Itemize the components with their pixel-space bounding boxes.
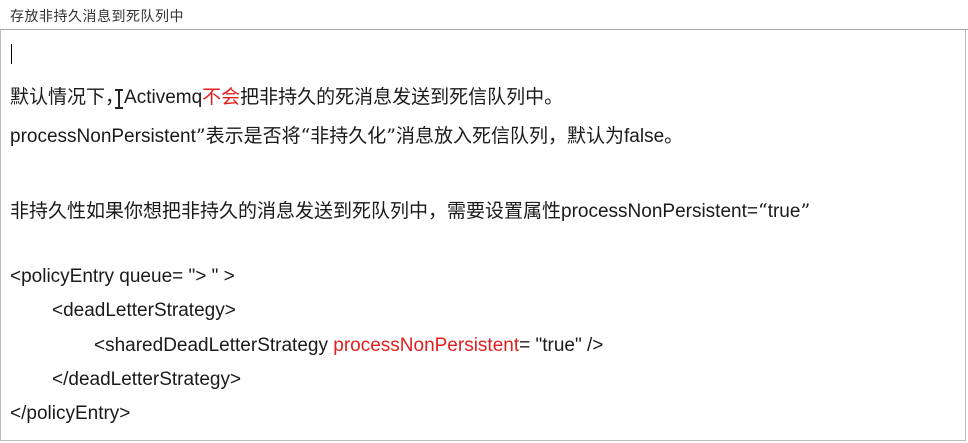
text-caret bbox=[11, 44, 12, 64]
code-line3-suffix: = "true" /> bbox=[519, 335, 604, 356]
code-line-shared-dead-letter-strategy[interactable]: <sharedDeadLetterStrategy processNonPers… bbox=[94, 335, 603, 357]
paragraph1-activemq: Activemq bbox=[124, 87, 203, 108]
ibeam-cursor-icon bbox=[115, 89, 123, 109]
paragraph-how-to-enable[interactable]: 非持久性如果你想把非持久的消息发送到死队列中，需要设置属性processNonP… bbox=[10, 196, 810, 223]
paragraph2-description: ”表示是否将“非持久化”消息放入死信队列，默认为 bbox=[195, 125, 625, 147]
paragraph1-part4: 把非持久的死消息发送到死信队列中。 bbox=[240, 86, 564, 108]
document-title-bar: 存放非持久消息到死队列中 bbox=[0, 0, 968, 30]
code-line-dead-letter-strategy-close[interactable]: </deadLetterStrategy> bbox=[52, 369, 241, 391]
paragraph3-value: true bbox=[767, 201, 801, 222]
document-title: 存放非持久消息到死队列中 bbox=[10, 9, 184, 25]
paragraph-process-non-persistent-desc[interactable]: processNonPersistent”表示是否将“非持久化”消息放入死信队列… bbox=[10, 121, 683, 148]
paragraph3-open-quote: “ bbox=[757, 200, 768, 222]
paragraph3-property: processNonPersistent= bbox=[561, 201, 758, 222]
paragraph2-property-name: processNonPersistent bbox=[10, 126, 196, 147]
paragraph2-period: 。 bbox=[664, 125, 684, 147]
code-line3-prefix: <sharedDeadLetterStrategy bbox=[94, 335, 334, 356]
paragraph1-not-highlight: 不会 bbox=[202, 86, 241, 108]
paragraph3-text: 非持久性如果你想把非持久的消息发送到死队列中，需要设置属性 bbox=[10, 200, 562, 222]
code-line3-highlight: processNonPersistent bbox=[333, 335, 520, 356]
code-line-dead-letter-strategy-open[interactable]: <deadLetterStrategy> bbox=[52, 300, 236, 322]
code-line-policy-entry-open[interactable]: <policyEntry queue= "> " > bbox=[10, 266, 235, 288]
paragraph-default-behavior[interactable]: 默认情况下，Activemq不会把非持久的死消息发送到死信队列中。 bbox=[10, 82, 563, 109]
paragraph1-part1: 默认情况下， bbox=[10, 86, 125, 108]
paragraph2-default-value: false bbox=[624, 126, 665, 147]
paragraph3-close-quote: ” bbox=[800, 200, 811, 222]
code-line-policy-entry-close[interactable]: </policyEntry> bbox=[10, 403, 130, 425]
